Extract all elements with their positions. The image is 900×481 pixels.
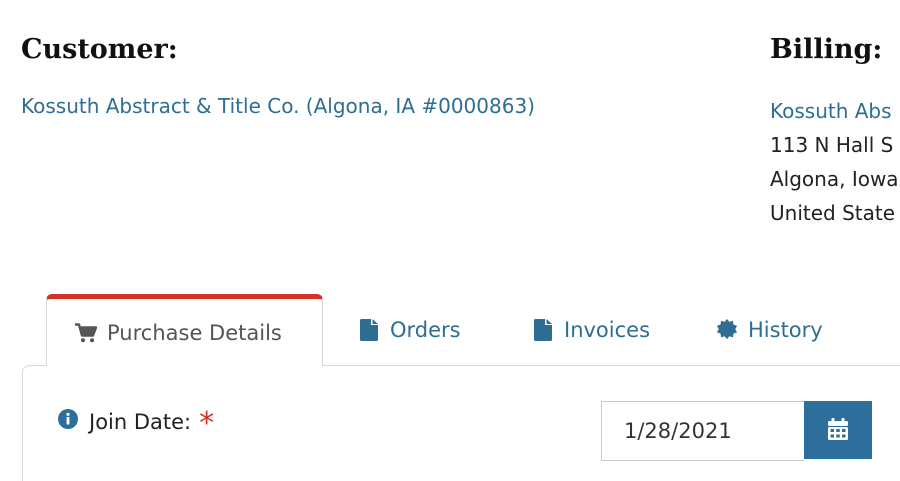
tab-bar: Purchase Details Orders Invoices History <box>22 294 900 366</box>
info-circle-icon[interactable] <box>57 408 79 435</box>
customer-heading: Customer: <box>21 34 178 65</box>
tab-label: Purchase Details <box>107 320 282 345</box>
shopping-cart-icon <box>75 322 97 344</box>
join-date-input[interactable] <box>601 401 804 461</box>
tab-label: Invoices <box>564 318 651 342</box>
calendar-button[interactable] <box>804 401 872 459</box>
billing-name-link[interactable]: Kossuth Abs <box>770 99 892 123</box>
join-date-label: Join Date: * <box>57 405 215 441</box>
customer-link[interactable]: Kossuth Abstract & Title Co. (Algona, IA… <box>21 94 535 118</box>
purchase-details-panel: Join Date: * <box>22 365 900 481</box>
billing-heading: Billing: <box>770 34 883 65</box>
tab-label: History <box>748 318 823 342</box>
tab-invoices[interactable]: Invoices <box>532 294 650 366</box>
certificate-icon <box>716 319 738 341</box>
billing-address: Kossuth Abs 113 N Hall S Algona, Iowa Un… <box>770 94 899 230</box>
tab-purchase-details[interactable]: Purchase Details <box>46 294 323 366</box>
billing-address-line2: Algona, Iowa <box>770 167 899 191</box>
required-marker: * <box>199 405 215 441</box>
join-date-label-text: Join Date: <box>89 409 192 434</box>
file-icon <box>532 319 554 341</box>
file-icon <box>358 319 380 341</box>
calendar-icon <box>828 417 848 443</box>
tab-history[interactable]: History <box>716 294 823 366</box>
tab-label: Orders <box>390 318 461 342</box>
billing-address-line1: 113 N Hall S <box>770 133 894 157</box>
tab-orders[interactable]: Orders <box>358 294 461 366</box>
billing-address-line3: United State <box>770 201 896 225</box>
page: Customer: Kossuth Abstract & Title Co. (… <box>0 0 900 481</box>
